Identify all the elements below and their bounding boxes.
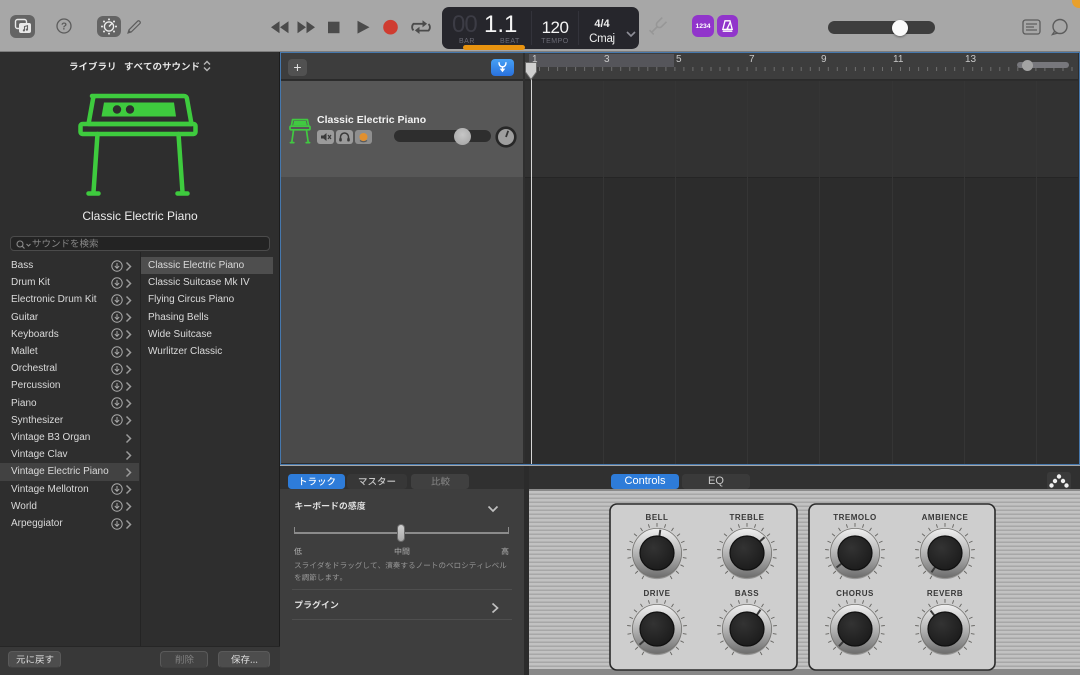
svg-text:BASS: BASS [735,589,759,598]
svg-text:TREBLE: TREBLE [730,513,765,522]
svg-text:AMBIENCE: AMBIENCE [922,513,969,522]
svg-text:TREMOLO: TREMOLO [833,513,877,522]
svg-text:REVERB: REVERB [927,589,963,598]
svg-text:BELL: BELL [646,513,669,522]
svg-text:?: ? [61,22,67,33]
svg-text:CHORUS: CHORUS [836,589,874,598]
svg-text:DRIVE: DRIVE [644,589,671,598]
